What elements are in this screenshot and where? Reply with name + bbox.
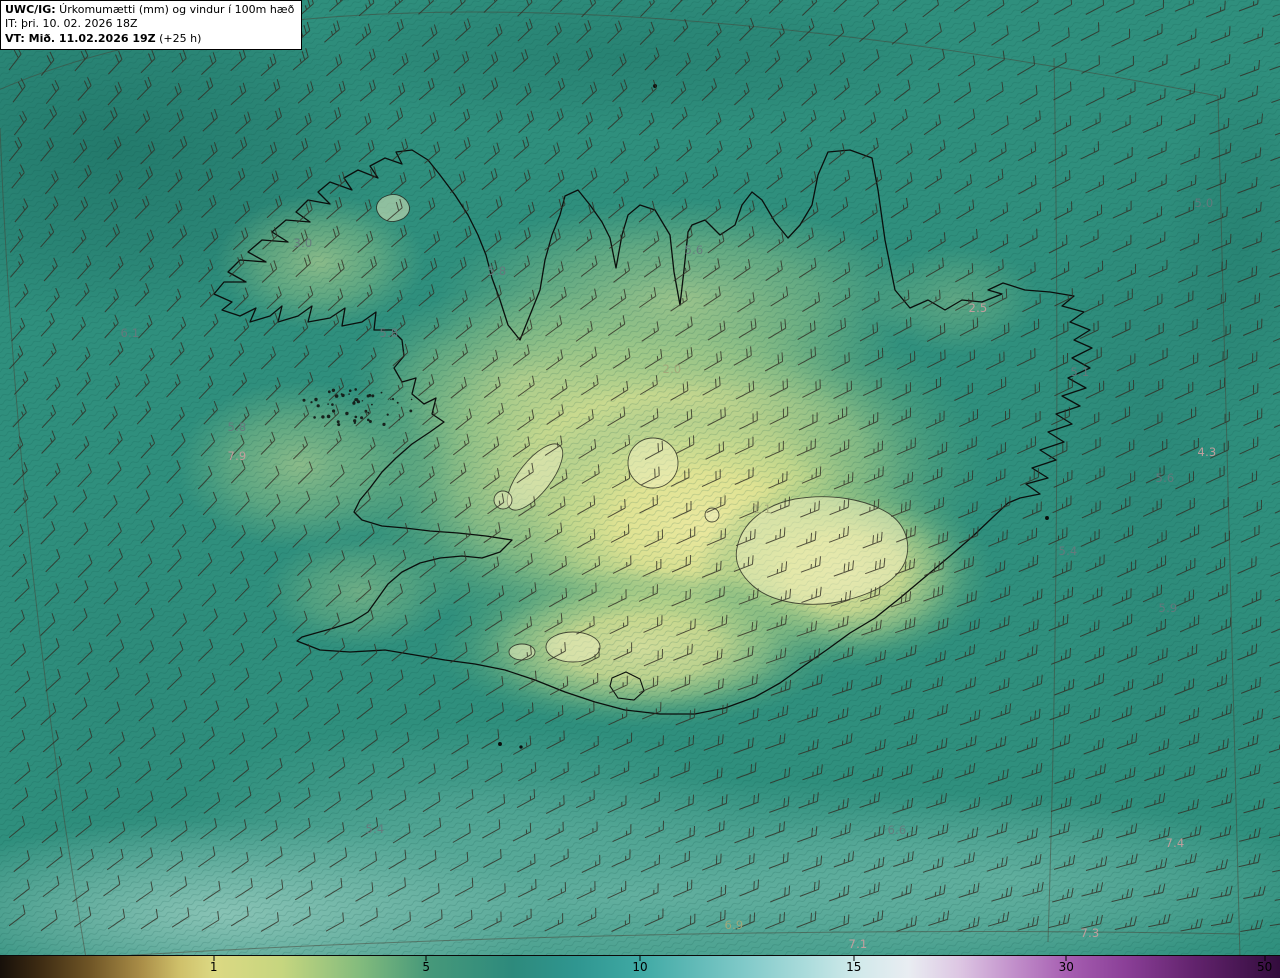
- map-graphics: [0, 0, 1280, 956]
- islet-dot: [391, 397, 395, 401]
- valid-time: VT: Mið. 11.02.2026 19Z: [5, 31, 156, 45]
- colorbar-tick-label: 10: [632, 960, 648, 974]
- title-line-product: UWC/IG: Úrkomumætti (mm) og vindur í 100…: [5, 3, 294, 17]
- island-dot: [519, 745, 523, 749]
- title-line-valid: VT: Mið. 11.02.2026 19Z (+25 h): [5, 32, 294, 46]
- islet-dot: [341, 393, 345, 398]
- islet-dot: [345, 411, 349, 416]
- islet-dot: [348, 393, 350, 395]
- islet-dot: [353, 419, 357, 423]
- islet-dot: [313, 416, 316, 419]
- islet-dot: [371, 394, 375, 398]
- colorbar-tick-label: 5: [422, 960, 431, 974]
- islet-dot: [354, 388, 358, 391]
- valid-offset: (+25 h): [155, 31, 202, 45]
- glacier-hofsjokull: [627, 437, 679, 489]
- islet-dot: [326, 414, 331, 419]
- islet-dot: [360, 416, 364, 420]
- islet-dot: [327, 390, 331, 394]
- islet-dot: [355, 398, 359, 402]
- glacier-drangajokull: [376, 194, 410, 222]
- islet-dot: [314, 397, 318, 402]
- islet-dot: [352, 401, 356, 405]
- colorbar: 1 5 10 15 30 50: [0, 955, 1280, 978]
- islet-dot: [361, 400, 364, 402]
- islet-dot: [380, 391, 383, 394]
- islet-dot: [331, 388, 336, 392]
- islet-dot: [409, 409, 413, 413]
- title-box: UWC/IG: Úrkomumætti (mm) og vindur í 100…: [0, 0, 303, 50]
- islet-dot: [302, 398, 306, 402]
- map-canvas: 3.0 5.6 5.8 6.1 5.8 2.5 2.0 5.1 5.0 5.8 7.9 4.3 5.6 1…: [0, 0, 1280, 956]
- islet-dot: [371, 403, 373, 406]
- islet-dot: [310, 401, 313, 404]
- islet-dot: [354, 415, 358, 419]
- weather-map-app: 3.0 5.6 5.8 6.1 5.8 2.5 2.0 5.1 5.0 5.8 7.9 4.3 5.6 1…: [0, 0, 1280, 978]
- colorbar-tick-label: 1: [209, 960, 218, 974]
- islet-dot: [337, 423, 341, 427]
- colorbar-tick-label: 50: [1256, 960, 1273, 974]
- islet-dot: [336, 420, 340, 424]
- island-dot: [498, 742, 502, 746]
- islet-dot: [321, 415, 325, 419]
- islet-dot: [368, 420, 372, 423]
- product-title: Úrkomumætti (mm) og vindur í 100m hæð: [55, 3, 295, 16]
- init-time: IT: þri. 10. 02. 2026 18Z: [5, 17, 138, 31]
- islet-dot: [410, 398, 413, 401]
- islet-dot: [366, 394, 370, 398]
- islet-dot: [331, 403, 334, 406]
- colorbar-tick-label: 30: [1058, 960, 1074, 974]
- islet-dot: [382, 422, 386, 426]
- colorbar-tick-label: 15: [846, 960, 862, 974]
- islet-dot: [386, 413, 389, 416]
- islet-dot: [390, 398, 392, 400]
- islet-dot: [348, 389, 352, 393]
- island-papey: [1045, 516, 1049, 520]
- islet-dot: [316, 404, 320, 408]
- islet-dot: [396, 401, 399, 404]
- product-id: UWC/IG:: [5, 3, 56, 16]
- islet-dot: [327, 403, 329, 405]
- colorbar-ticks: 1 5 10 15 30 50: [0, 956, 1280, 978]
